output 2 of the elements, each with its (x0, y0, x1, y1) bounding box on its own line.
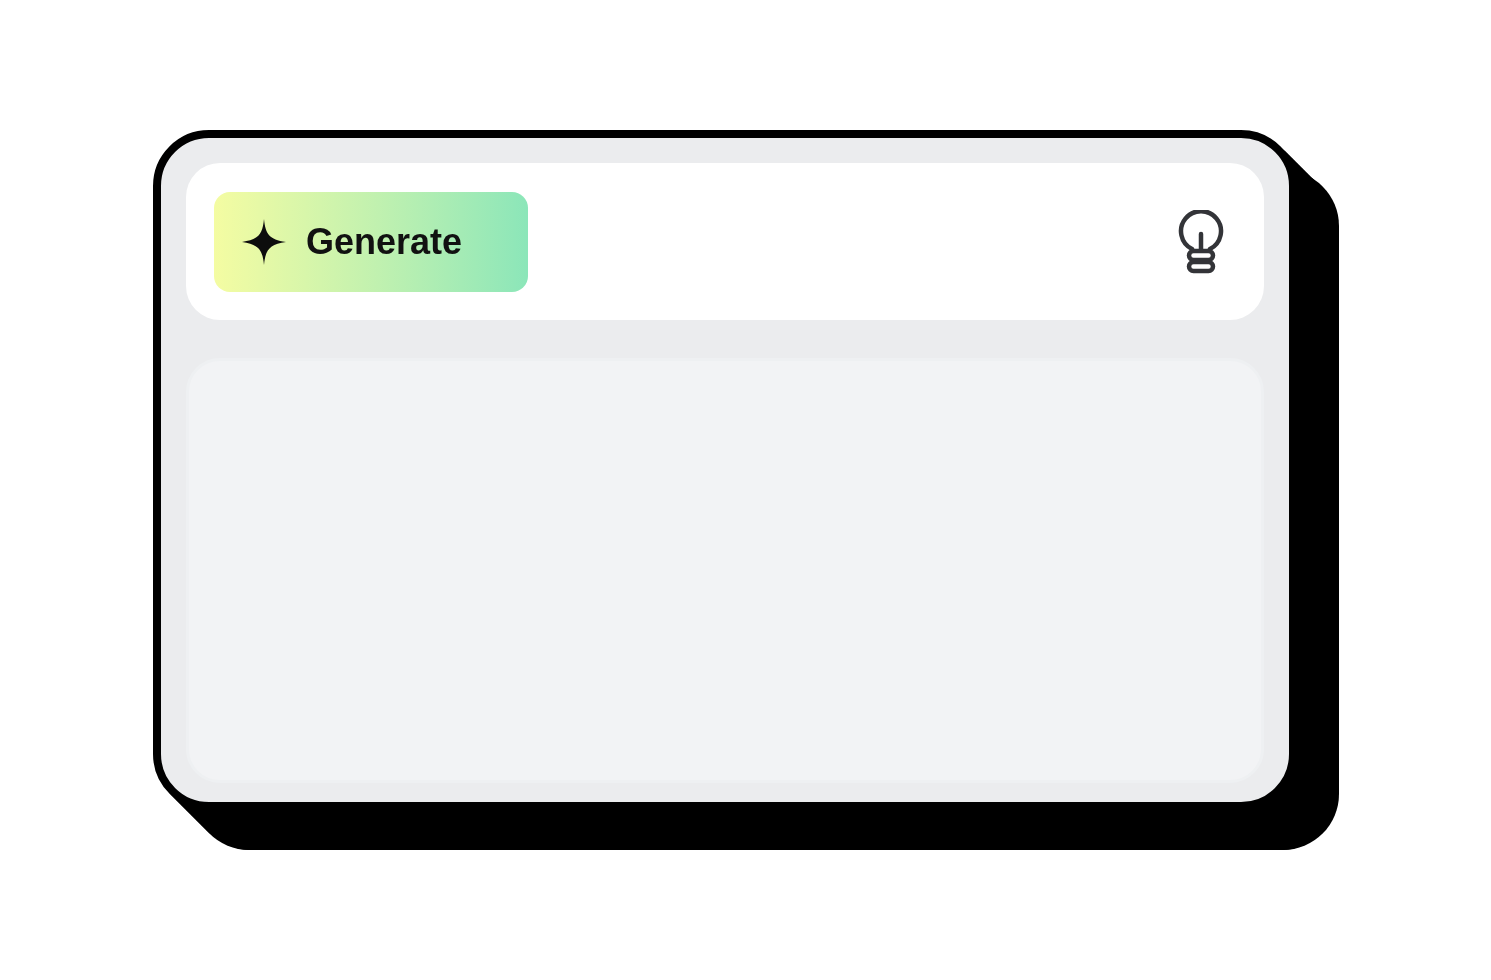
generate-button[interactable]: Generate (214, 191, 528, 292)
lightbulb-icon[interactable] (1178, 209, 1224, 274)
